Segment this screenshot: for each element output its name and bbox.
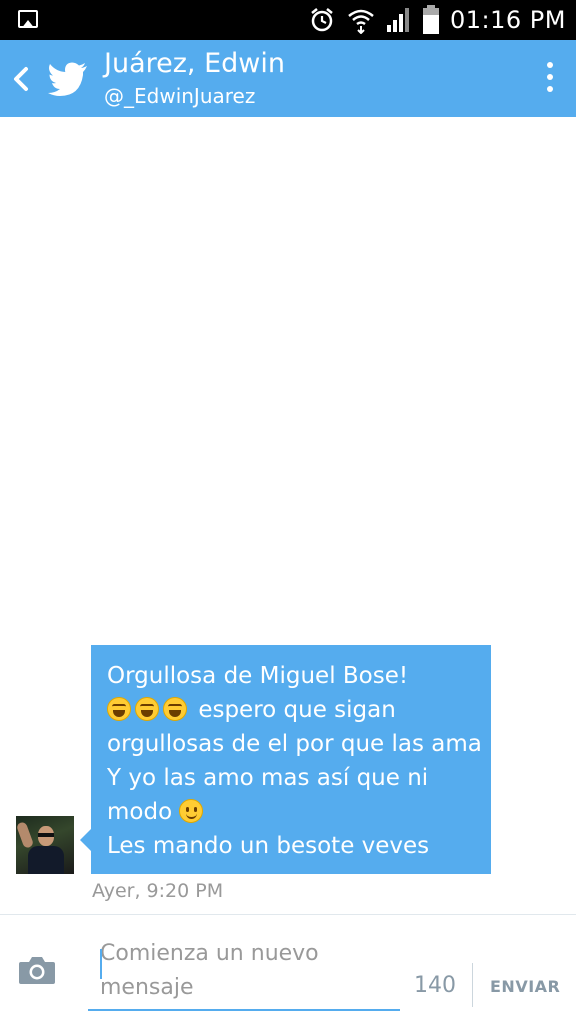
overflow-menu-icon[interactable] bbox=[540, 58, 560, 98]
tears-of-joy-emoji-icon bbox=[107, 697, 131, 721]
slight-smile-emoji-icon bbox=[179, 799, 204, 823]
avatar-shirt bbox=[28, 846, 64, 874]
message-line: orgullosas de el por que las ama bbox=[107, 727, 482, 761]
wifi-icon bbox=[348, 9, 374, 34]
tears-of-joy-emoji-icon bbox=[163, 697, 187, 721]
send-button[interactable]: ENVIAR bbox=[490, 977, 560, 996]
message-text: modo bbox=[107, 799, 173, 825]
twitter-bird-icon bbox=[48, 62, 87, 96]
camera-icon[interactable] bbox=[18, 955, 56, 985]
conversation-title: Juárez, Edwin bbox=[104, 48, 285, 79]
status-bar: 01:16 PM bbox=[0, 0, 576, 40]
menu-dot bbox=[547, 86, 553, 92]
message-input[interactable]: Comienza un nuevo mensaje bbox=[88, 935, 400, 1011]
message-text: orgullosas de el por que las ama bbox=[107, 731, 482, 757]
menu-dot bbox=[547, 62, 553, 68]
battery-icon bbox=[423, 5, 440, 34]
message-bubble[interactable]: Orgullosa de Miguel Bose! espero que sig… bbox=[80, 645, 491, 874]
menu-dot bbox=[547, 74, 553, 80]
message-line: Y yo las amo mas así que ni bbox=[107, 761, 475, 795]
signal-icon bbox=[387, 8, 410, 32]
conversation-handle: @_EdwinJuarez bbox=[104, 84, 256, 108]
message-text: Orgullosa de Miguel Bose! bbox=[107, 663, 409, 689]
message-timestamp: Ayer, 9:20 PM bbox=[92, 880, 224, 902]
message-line: espero que sigan bbox=[107, 693, 475, 727]
avatar-glasses bbox=[38, 833, 54, 837]
character-counter: 140 bbox=[414, 973, 456, 998]
message-text: espero que sigan bbox=[198, 697, 396, 723]
divider bbox=[472, 963, 473, 1007]
avatar-arm bbox=[16, 821, 35, 849]
message-text: Les mando un besote veves bbox=[107, 833, 430, 859]
status-icons: 01:16 PM bbox=[308, 0, 576, 40]
composer: Comienza un nuevo mensaje 140 ENVIAR bbox=[0, 914, 576, 1024]
gallery-icon bbox=[18, 10, 38, 28]
message-line: Orgullosa de Miguel Bose! bbox=[107, 659, 475, 693]
message-line: modo bbox=[107, 795, 475, 829]
back-icon[interactable] bbox=[6, 62, 36, 96]
clock: 01:16 PM bbox=[450, 6, 566, 34]
alarm-icon bbox=[311, 8, 333, 32]
message-text: Y yo las amo mas así que ni bbox=[107, 765, 429, 791]
message-line: Les mando un besote veves bbox=[107, 829, 475, 863]
tears-of-joy-emoji-icon bbox=[135, 697, 159, 721]
avatar[interactable] bbox=[16, 816, 74, 874]
app-bar: Juárez, Edwin @_EdwinJuarez bbox=[0, 40, 576, 117]
